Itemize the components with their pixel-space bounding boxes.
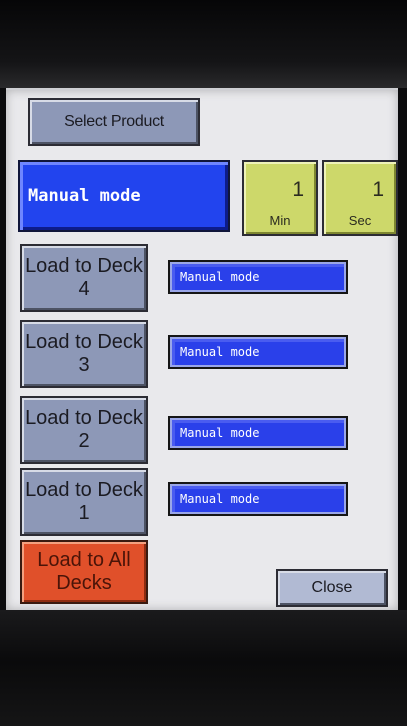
timer-seconds-field[interactable]: 1 Sec (322, 160, 398, 236)
device-bezel-top (0, 0, 407, 88)
timer-minutes-value: 1 (292, 178, 304, 201)
load-deck-3-button[interactable]: Load to Deck 3 (20, 320, 148, 388)
deck-3-mode-text: Manual mode (180, 345, 260, 359)
load-deck-4-label: Load to Deck 4 (25, 255, 143, 300)
timer-seconds-value: 1 (372, 178, 384, 201)
load-deck-1-button[interactable]: Load to Deck 1 (20, 468, 148, 536)
deck-1-mode-text: Manual mode (180, 492, 260, 506)
deck-4-mode-text: Manual mode (180, 270, 260, 284)
deck-3-mode-display: Manual mode (168, 335, 348, 369)
timer-minutes-unit: Min (269, 213, 291, 228)
mode-display-text: Manual mode (28, 186, 141, 206)
select-product-label: Select Product (64, 113, 164, 130)
timer-minutes-field[interactable]: 1 Min (242, 160, 318, 236)
close-label: Close (311, 579, 353, 596)
select-product-button[interactable]: Select Product (28, 98, 200, 146)
deck-4-mode-display: Manual mode (168, 260, 348, 294)
deck-2-mode-display: Manual mode (168, 416, 348, 450)
load-deck-4-button[interactable]: Load to Deck 4 (20, 244, 148, 312)
load-deck-2-label: Load to Deck 2 (25, 407, 143, 452)
load-deck-1-label: Load to Deck 1 (25, 479, 143, 524)
deck-1-mode-display: Manual mode (168, 482, 348, 516)
close-button[interactable]: Close (276, 569, 388, 607)
deck-2-mode-text: Manual mode (180, 426, 260, 440)
load-deck-3-label: Load to Deck 3 (25, 331, 143, 376)
load-deck-2-button[interactable]: Load to Deck 2 (20, 396, 148, 464)
load-all-decks-label: Load to All Decks (37, 549, 131, 594)
device-bezel-bottom (0, 610, 407, 726)
hmi-screen: Select Product Manual mode 1 Min 1 Sec L… (6, 88, 398, 610)
mode-display: Manual mode (18, 160, 230, 232)
timer-seconds-unit: Sec (348, 213, 372, 228)
load-all-decks-button[interactable]: Load to All Decks (20, 540, 148, 604)
